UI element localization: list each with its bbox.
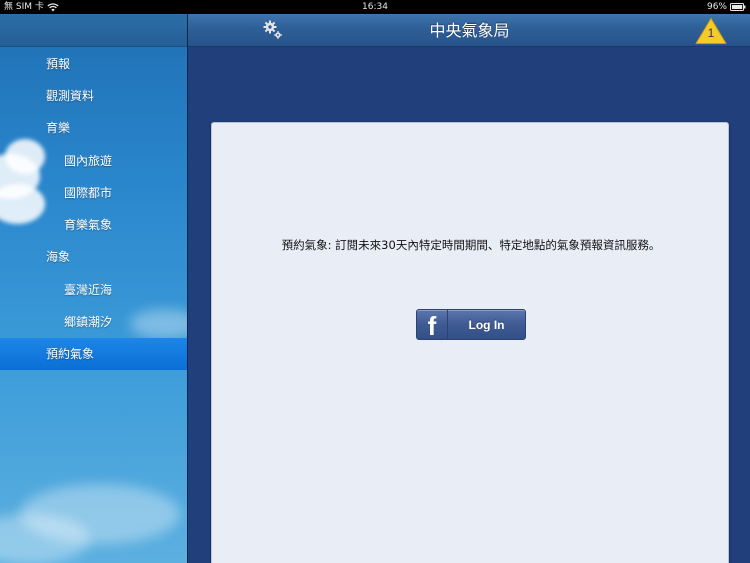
sidebar-item-label: 鄉鎮潮汐 — [64, 315, 113, 330]
status-bar: 無 SIM 卡 16:34 96% — [0, 0, 750, 14]
sidebar-item[interactable]: 海象 — [0, 241, 187, 273]
nav-bar: 中央氣象局 1 — [188, 14, 750, 47]
sidebar-item-label: 育樂 — [46, 121, 71, 136]
sidebar-item-label: 國內旅遊 — [64, 153, 113, 168]
sidebar-item-label: 育樂氣象 — [64, 218, 113, 233]
alert-button[interactable]: 1 — [695, 17, 727, 45]
sidebar-header — [0, 14, 187, 47]
sidebar: 預報觀測資料育樂國內旅遊國際都市育樂氣象海象臺灣近海鄉鎮潮汐預約氣象 — [0, 14, 187, 563]
sidebar-item[interactable]: 國內旅遊 — [0, 144, 187, 176]
sidebar-item-label: 臺灣近海 — [64, 282, 113, 297]
alert-count: 1 — [707, 26, 715, 40]
status-time: 16:34 — [362, 2, 388, 12]
sidebar-item[interactable]: 鄉鎮潮汐 — [0, 305, 187, 337]
content-card: 預約氣象: 訂閱未來30天內特定時間期間、特定地點的氣象預報資訊服務。 f Lo… — [211, 122, 729, 563]
sidebar-item[interactable]: 預約氣象 — [0, 337, 187, 370]
sidebar-item-label: 觀測資料 — [46, 88, 95, 103]
sidebar-item[interactable]: 預報 — [0, 47, 187, 79]
service-description: 預約氣象: 訂閱未來30天內特定時間期間、特定地點的氣象預報資訊服務。 — [281, 238, 661, 252]
gear-icon — [263, 20, 282, 39]
facebook-login-button[interactable]: f Log In — [416, 309, 526, 340]
status-right: 96% — [707, 0, 746, 14]
sidebar-item-label: 海象 — [46, 250, 71, 265]
main-panel: 中央氣象局 1 預約氣象: 訂閱未來30天內特定時間期間、特定地點的氣象預報資訊… — [187, 14, 750, 563]
facebook-icon: f — [417, 310, 448, 339]
battery-percent: 96% — [706, 2, 727, 12]
sidebar-item[interactable]: 國際都市 — [0, 176, 187, 208]
sidebar-list: 預報觀測資料育樂國內旅遊國際都市育樂氣象海象臺灣近海鄉鎮潮汐預約氣象 — [0, 47, 187, 370]
settings-button[interactable] — [263, 19, 283, 41]
sidebar-item[interactable]: 臺灣近海 — [0, 273, 187, 305]
sidebar-item[interactable]: 育樂 — [0, 112, 187, 144]
battery-icon — [730, 3, 746, 11]
sidebar-item[interactable]: 育樂氣象 — [0, 208, 187, 240]
login-label: Log In — [468, 317, 505, 332]
sidebar-item[interactable]: 觀測資料 — [0, 79, 187, 111]
sidebar-item-label: 預約氣象 — [46, 347, 95, 362]
sidebar-item-label: 預報 — [46, 56, 71, 71]
sidebar-item-label: 國際都市 — [64, 185, 113, 200]
